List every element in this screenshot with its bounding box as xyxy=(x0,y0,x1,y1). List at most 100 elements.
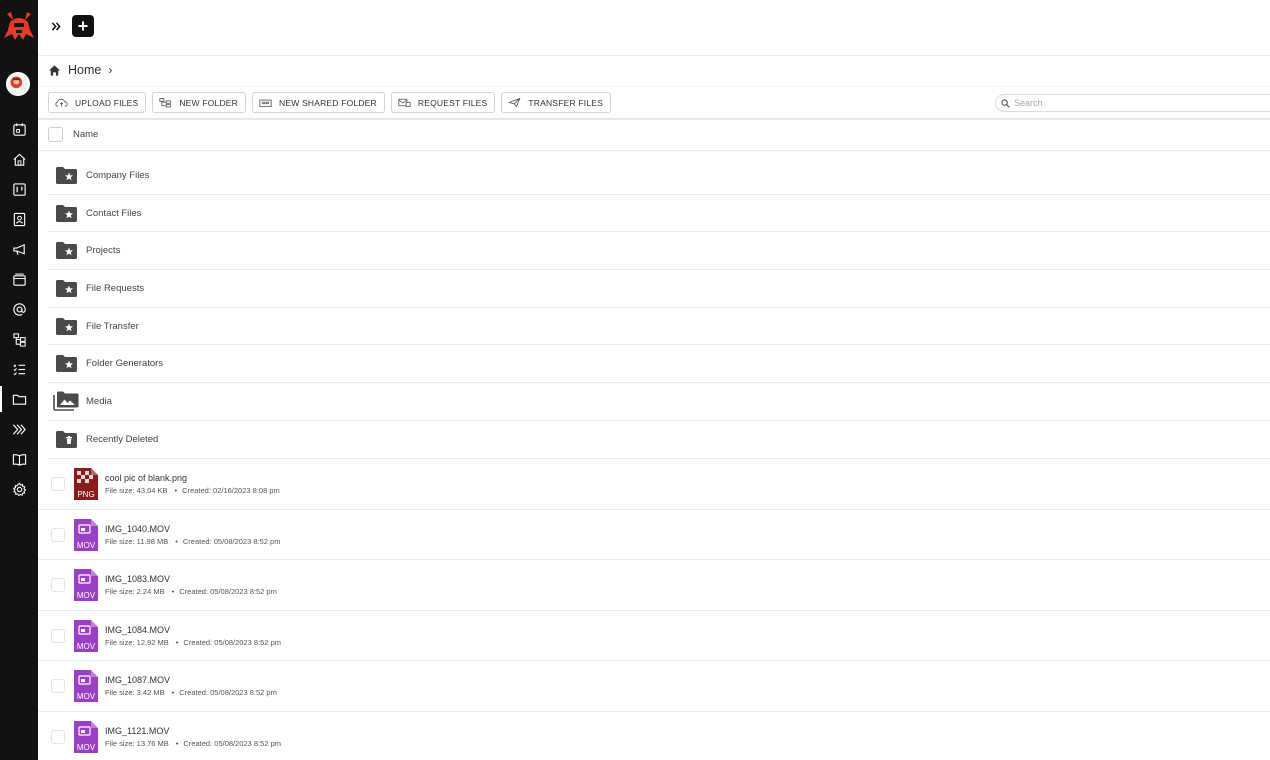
sidebar-item-campaigns[interactable] xyxy=(0,234,38,264)
file-name[interactable]: IMG_1040.MOV xyxy=(105,524,170,534)
divider xyxy=(38,86,1270,87)
request-files-button[interactable]: REQUEST FILES xyxy=(390,92,496,113)
file-row[interactable]: PNG cool pic of blank.png File size: 43.04… xyxy=(38,459,1270,510)
file-name[interactable]: IMG_1121.MOV xyxy=(105,726,169,736)
book-icon xyxy=(12,453,26,466)
folder-name: Recently Deleted xyxy=(86,433,159,445)
request-files-label: REQUEST FILES xyxy=(417,97,488,108)
cloud-upload-icon xyxy=(55,98,68,107)
folder-row[interactable]: Contact Files xyxy=(48,195,1270,233)
star-folder-icon xyxy=(56,280,77,298)
file-meta: File size: 12.92 MB • Created: 05/08/2023 … xyxy=(105,638,281,647)
meta-separator: • xyxy=(175,637,179,647)
file-checkbox[interactable] xyxy=(51,477,65,491)
shared-folder-icon xyxy=(259,99,272,107)
folder-row[interactable]: Projects xyxy=(48,232,1270,271)
meta-separator: • xyxy=(174,486,178,495)
file-checkbox[interactable] xyxy=(51,679,65,693)
file-row[interactable]: MOV IMG_1083.MOV File size: 2.24 MB • Create… xyxy=(38,560,1270,611)
gear-icon xyxy=(12,482,26,496)
file-row[interactable]: MOV IMG_1087.MOV File size: 3.42 MB • Create… xyxy=(38,661,1270,712)
sidebar-item-home[interactable] xyxy=(0,144,38,174)
mov-file-icon: MOV xyxy=(74,518,98,551)
folder-row[interactable]: Company Files xyxy=(48,157,1270,195)
folder-name: Contact Files xyxy=(86,207,142,219)
chevrons-right-icon xyxy=(12,423,26,435)
svg-text:MOV: MOV xyxy=(77,743,96,752)
sidebar-item-contacts[interactable] xyxy=(0,204,38,234)
folder-tree-icon xyxy=(159,98,172,108)
folder-name: Projects xyxy=(86,245,121,257)
folder-list: Company Files Contact Files Projects File R… xyxy=(48,157,1270,459)
media-gallery-icon xyxy=(12,273,26,286)
file-size: File size: 3.42 MB xyxy=(105,688,165,697)
file-checkbox[interactable] xyxy=(51,527,65,542)
sidebar-item-settings[interactable] xyxy=(0,474,38,504)
file-name[interactable]: cool pic of blank.png xyxy=(105,473,187,483)
breadcrumb-home[interactable]: Home xyxy=(68,63,101,77)
file-row[interactable]: MOV IMG_1121.MOV File size: 13.76 MB • Creat… xyxy=(38,712,1270,760)
brand-logo[interactable] xyxy=(4,8,34,42)
user-avatar[interactable] xyxy=(6,72,30,96)
sidebar-item-board[interactable] xyxy=(0,174,38,204)
sidebar-item-knowledge[interactable] xyxy=(0,444,38,474)
folder-row[interactable]: Media xyxy=(48,383,1270,421)
sidebar-item-calendar[interactable] xyxy=(0,114,38,144)
star-folder-icon xyxy=(56,355,77,373)
file-meta: File size: 11.98 MB • Created: 05/08/2023 … xyxy=(105,537,280,546)
star-folder-icon xyxy=(56,317,77,335)
file-size: File size: 12.92 MB xyxy=(105,637,169,647)
new-folder-button[interactable]: NEW FOLDER xyxy=(152,92,247,113)
file-created-date: Created: 02/16/2023 8:08 pm xyxy=(182,486,280,495)
file-checkbox[interactable] xyxy=(51,578,65,592)
sidebar-item-media[interactable] xyxy=(0,264,38,294)
mov-file-icon: MOV xyxy=(74,670,98,702)
search-input[interactable] xyxy=(1014,98,1254,108)
file-row[interactable]: MOV IMG_1040.MOV File size: 11.98 MB • Creat… xyxy=(38,510,1270,560)
meta-separator: • xyxy=(171,688,175,697)
sidebar-item-files[interactable] xyxy=(0,384,38,414)
transfer-files-label: TRANSFER FILES xyxy=(528,97,603,108)
sidebar-item-automations[interactable] xyxy=(0,414,38,444)
upload-files-label: UPLOAD FILES xyxy=(75,97,139,108)
svg-text:MOV: MOV xyxy=(77,541,96,550)
star-folder-icon xyxy=(56,242,77,260)
new-shared-folder-label: NEW SHARED FOLDER xyxy=(279,97,377,108)
new-shared-folder-button[interactable]: NEW SHARED FOLDER xyxy=(252,92,385,113)
transfer-files-button[interactable]: TRANSFER FILES xyxy=(501,92,611,113)
folder-name: File Requests xyxy=(86,283,145,295)
star-folder-icon xyxy=(56,167,77,184)
sidebar xyxy=(0,0,38,760)
sidebar-item-email[interactable] xyxy=(0,294,38,324)
new-folder-label: NEW FOLDER xyxy=(179,97,239,108)
folder-name: Media xyxy=(86,396,112,408)
file-name[interactable]: IMG_1087.MOV xyxy=(105,675,170,685)
svg-text:MOV: MOV xyxy=(77,642,96,651)
svg-text:MOV: MOV xyxy=(77,591,96,600)
name-column-header[interactable]: Name xyxy=(73,129,98,140)
svg-text:MOV: MOV xyxy=(77,692,96,701)
add-new-button[interactable] xyxy=(72,15,94,37)
file-checkbox[interactable] xyxy=(51,729,65,744)
sidebar-item-workflows[interactable] xyxy=(0,324,38,354)
plus-icon xyxy=(78,21,88,31)
file-row[interactable]: MOV IMG_1084.MOV File size: 12.92 MB • Creat… xyxy=(38,611,1270,661)
folder-row[interactable]: Recently Deleted xyxy=(48,421,1270,459)
file-checkbox[interactable] xyxy=(51,628,65,643)
expand-sidebar-button[interactable] xyxy=(48,15,64,37)
file-name[interactable]: IMG_1083.MOV xyxy=(105,574,170,584)
select-all-checkbox[interactable] xyxy=(48,127,63,142)
folder-row[interactable]: Folder Generators xyxy=(48,345,1270,384)
mov-file-icon: MOV xyxy=(74,569,98,601)
calendar-icon xyxy=(12,122,26,136)
file-name[interactable]: IMG_1084.MOV xyxy=(105,625,170,635)
upload-files-button[interactable]: UPLOAD FILES xyxy=(48,92,147,113)
sidebar-item-checklists[interactable] xyxy=(0,354,38,384)
file-size: File size: 2.24 MB xyxy=(105,587,165,596)
folder-name: Folder Generators xyxy=(86,358,164,370)
top-bar xyxy=(38,0,1270,56)
file-size: File size: 11.98 MB xyxy=(105,536,169,546)
folder-row[interactable]: File Requests xyxy=(48,270,1270,308)
folder-row[interactable]: File Transfer xyxy=(48,308,1270,346)
meta-separator: • xyxy=(175,536,178,546)
